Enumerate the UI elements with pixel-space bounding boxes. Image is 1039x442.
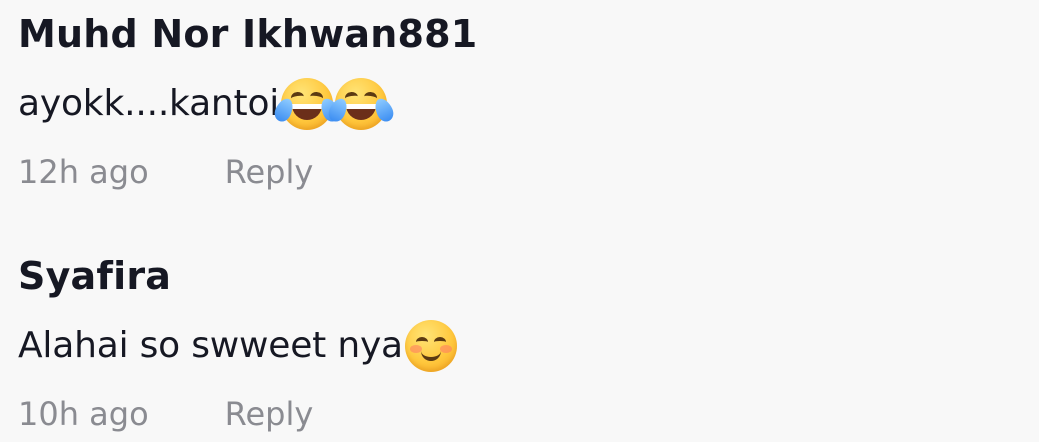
smiling-face-with-smiling-eyes-icon — [404, 320, 457, 372]
comment-username[interactable]: Syafira — [18, 252, 171, 300]
comment-text: ayokk....kantoi — [18, 76, 397, 132]
comment-text: Alahai so swweet nya — [18, 318, 457, 374]
reply-button[interactable]: Reply — [225, 150, 314, 194]
comment-text-content: Alahai so swweet nya — [18, 325, 403, 366]
face-with-tears-of-joy-icon — [325, 78, 397, 130]
comment-username[interactable]: Muhd Nor Ikhwan881 — [18, 10, 477, 58]
reply-button[interactable]: Reply — [225, 392, 314, 436]
comment-timestamp: 10h ago — [18, 395, 149, 433]
comment-text-content: ayokk....kantoi — [18, 83, 280, 124]
comment-meta: 10h ago Reply — [18, 392, 313, 436]
face-with-tears-of-joy-icon — [271, 78, 343, 130]
comment-meta: 12h ago Reply — [18, 150, 313, 194]
comment-list: Muhd Nor Ikhwan881 ayokk....kantoi 12h a… — [0, 0, 1039, 442]
comment-timestamp: 12h ago — [18, 153, 149, 191]
